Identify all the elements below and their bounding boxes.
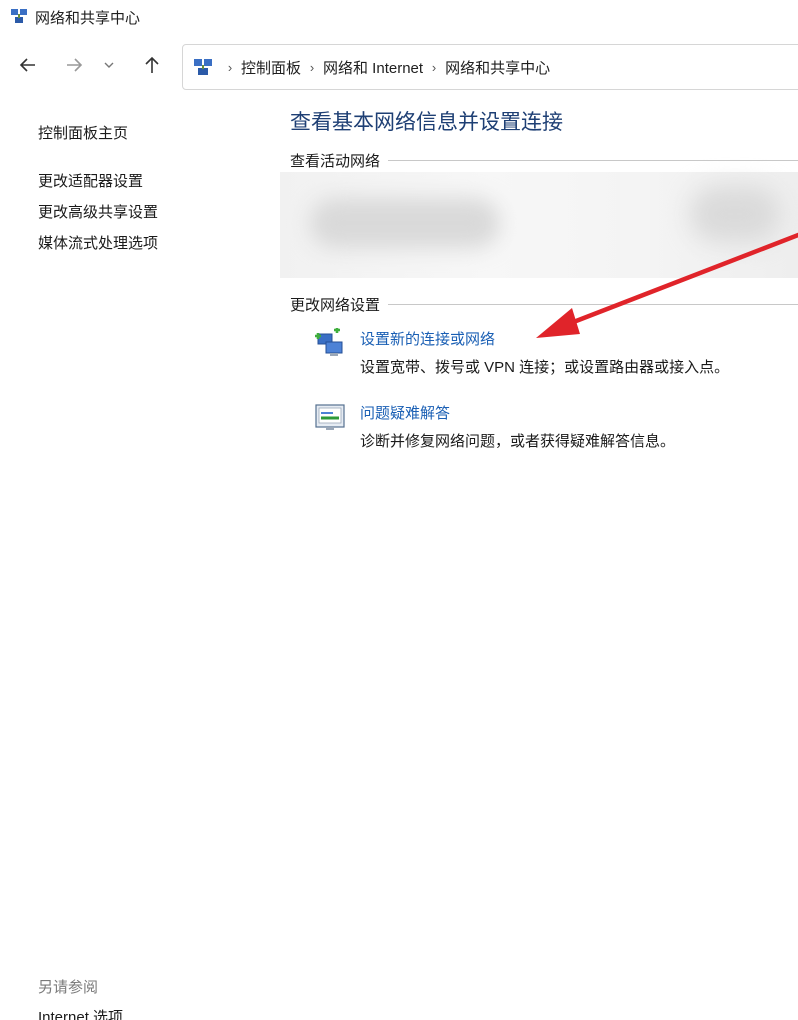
chevron-down-icon [104, 62, 114, 68]
active-networks-heading-label: 查看活动网络 [290, 153, 381, 170]
breadcrumb-item[interactable]: 网络和共享中心 [445, 57, 550, 78]
arrow-right-icon [67, 58, 83, 72]
network-center-icon [11, 9, 27, 23]
breadcrumb-item[interactable]: 控制面板 [241, 57, 301, 78]
divider [388, 160, 798, 161]
up-button[interactable] [138, 50, 166, 80]
change-settings-heading-label: 更改网络设置 [290, 297, 381, 314]
chevron-right-icon: › [309, 59, 315, 75]
task-troubleshoot: 问题疑难解答 诊断并修复网络问题，或者获得疑难解答信息。 [314, 402, 794, 458]
forward-button[interactable] [60, 50, 88, 80]
chevron-right-icon: › [227, 59, 233, 75]
troubleshoot-link[interactable]: 问题疑难解答 [360, 402, 450, 423]
active-networks-heading: 查看活动网络 [290, 150, 798, 171]
setup-connection-link[interactable]: 设置新的连接或网络 [360, 328, 495, 349]
network-name-redacted [310, 198, 500, 248]
arrow-up-icon [145, 56, 159, 73]
sidebar-item-advanced-sharing[interactable]: 更改高级共享设置 [38, 201, 158, 222]
window-title: 网络和共享中心 [35, 10, 141, 27]
title-bar: 网络和共享中心 [0, 0, 798, 36]
page-title: 查看基本网络信息并设置连接 [290, 111, 563, 134]
navigation-bar: › 控制面板 › 网络和 Internet › 网络和共享中心 [0, 36, 798, 98]
arrow-left-icon [19, 58, 35, 72]
back-button[interactable] [14, 50, 42, 80]
see-also-internet-options[interactable]: Internet 选项 [38, 1006, 123, 1020]
network-setup-icon [315, 328, 343, 356]
see-also-heading: 另请参阅 [38, 979, 99, 996]
control-panel-icon [194, 59, 212, 75]
sidebar-item-media-streaming[interactable]: 媒体流式处理选项 [38, 232, 158, 253]
sidebar-item-control-panel-home[interactable]: 控制面板主页 [38, 122, 128, 143]
sidebar-item-adapter-settings[interactable]: 更改适配器设置 [38, 170, 143, 191]
setup-connection-description: 设置宽带、拨号或 VPN 连接；或设置路由器或接入点。 [360, 359, 730, 376]
troubleshoot-icon [315, 404, 345, 430]
address-bar[interactable]: › 控制面板 › 网络和 Internet › 网络和共享中心 [182, 44, 798, 90]
breadcrumb: › 控制面板 › 网络和 Internet › 网络和共享中心 [219, 45, 550, 89]
troubleshoot-description: 诊断并修复网络问题，或者获得疑难解答信息。 [360, 433, 676, 450]
left-nav-pane: 控制面板主页 更改适配器设置 更改高级共享设置 媒体流式处理选项 另请参阅 In… [0, 100, 270, 1020]
chevron-right-icon: › [431, 59, 437, 75]
recent-locations-button[interactable] [98, 50, 120, 80]
breadcrumb-item[interactable]: 网络和 Internet [323, 57, 423, 78]
annotation-arrow [536, 232, 798, 338]
